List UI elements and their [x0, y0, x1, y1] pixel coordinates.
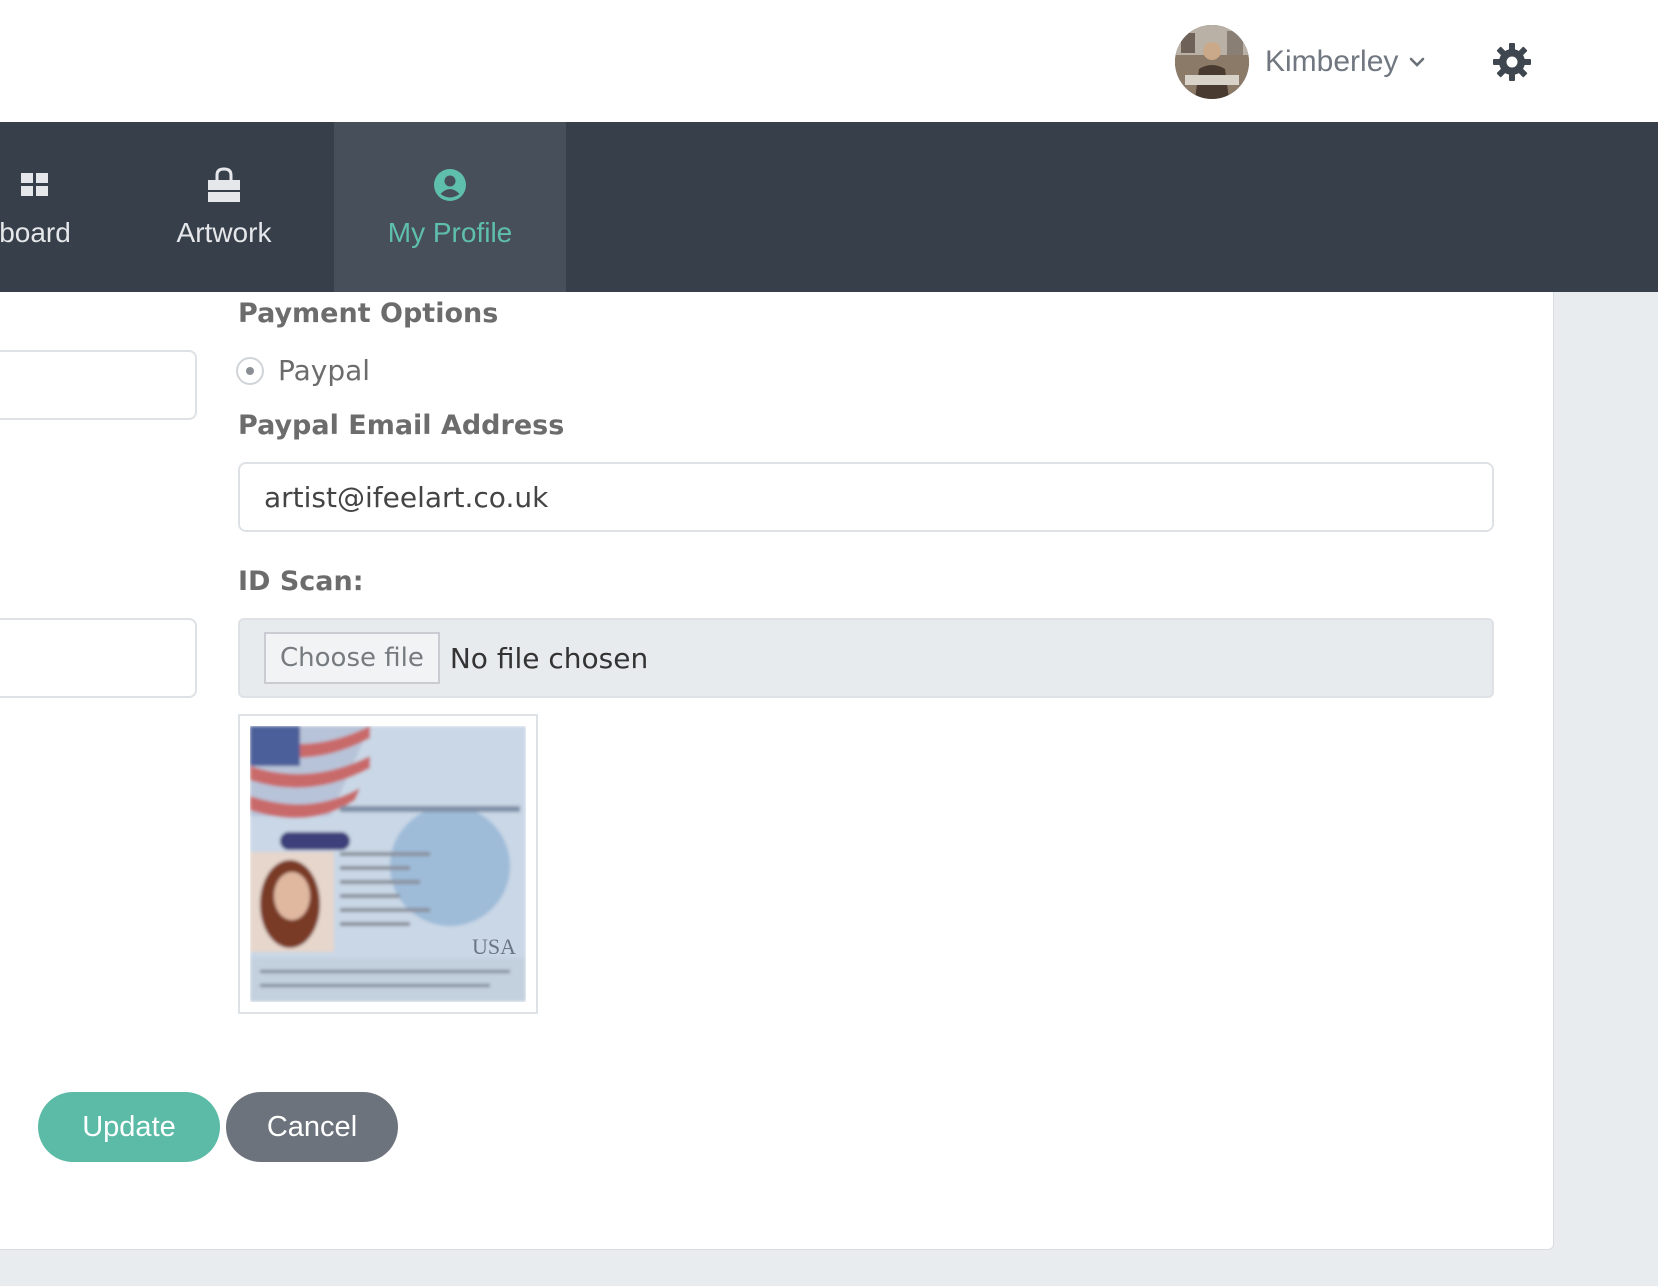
nav-label-dashboard: board	[0, 217, 71, 248]
profile-form-card: Payment Options Paypal Paypal Email Addr…	[0, 292, 1554, 1250]
paypal-email-label: Paypal Email Address	[238, 410, 565, 441]
nav-label-my-profile: My Profile	[387, 217, 513, 248]
dashboard-icon	[21, 165, 49, 205]
id-scan-file-input[interactable]: Choose file No file chosen	[238, 618, 1494, 698]
paypal-radio-option[interactable]: Paypal	[236, 354, 370, 387]
passport-image-icon: USA	[250, 726, 526, 1002]
choose-file-button[interactable]: Choose file	[264, 632, 440, 684]
user-circle-icon	[434, 165, 466, 205]
paypal-radio-label[interactable]: Paypal	[278, 354, 370, 387]
update-button[interactable]: Update	[38, 1092, 220, 1162]
left-column-input[interactable]	[0, 350, 197, 420]
file-status-text: No file chosen	[449, 641, 649, 675]
paypal-radio[interactable]	[236, 356, 264, 385]
chevron-down-icon[interactable]	[1408, 53, 1426, 71]
shopping-bag-icon	[205, 165, 243, 205]
cancel-button[interactable]: Cancel	[226, 1092, 398, 1162]
user-avatar[interactable]	[1175, 25, 1249, 99]
user-menu[interactable]: Kimberley	[1175, 25, 1426, 99]
id-scan-label: ID Scan:	[238, 566, 364, 597]
avatar-photo-icon	[1175, 25, 1249, 99]
payment-options-label: Payment Options	[238, 298, 499, 329]
main-nav: board Artwork My Profile	[0, 122, 1658, 292]
paypal-email-field[interactable]	[238, 462, 1494, 532]
gear-icon[interactable]	[1492, 42, 1532, 82]
id-scan-preview: USA	[238, 714, 538, 1014]
passport-country-text: USA	[472, 934, 516, 959]
left-column-input[interactable]	[0, 618, 197, 698]
top-header: Kimberley	[0, 0, 1658, 122]
nav-label-artwork: Artwork	[176, 217, 272, 248]
nav-item-artwork[interactable]: Artwork	[112, 122, 336, 292]
user-name[interactable]: Kimberley	[1265, 45, 1398, 79]
nav-item-my-profile[interactable]: My Profile	[334, 122, 566, 292]
